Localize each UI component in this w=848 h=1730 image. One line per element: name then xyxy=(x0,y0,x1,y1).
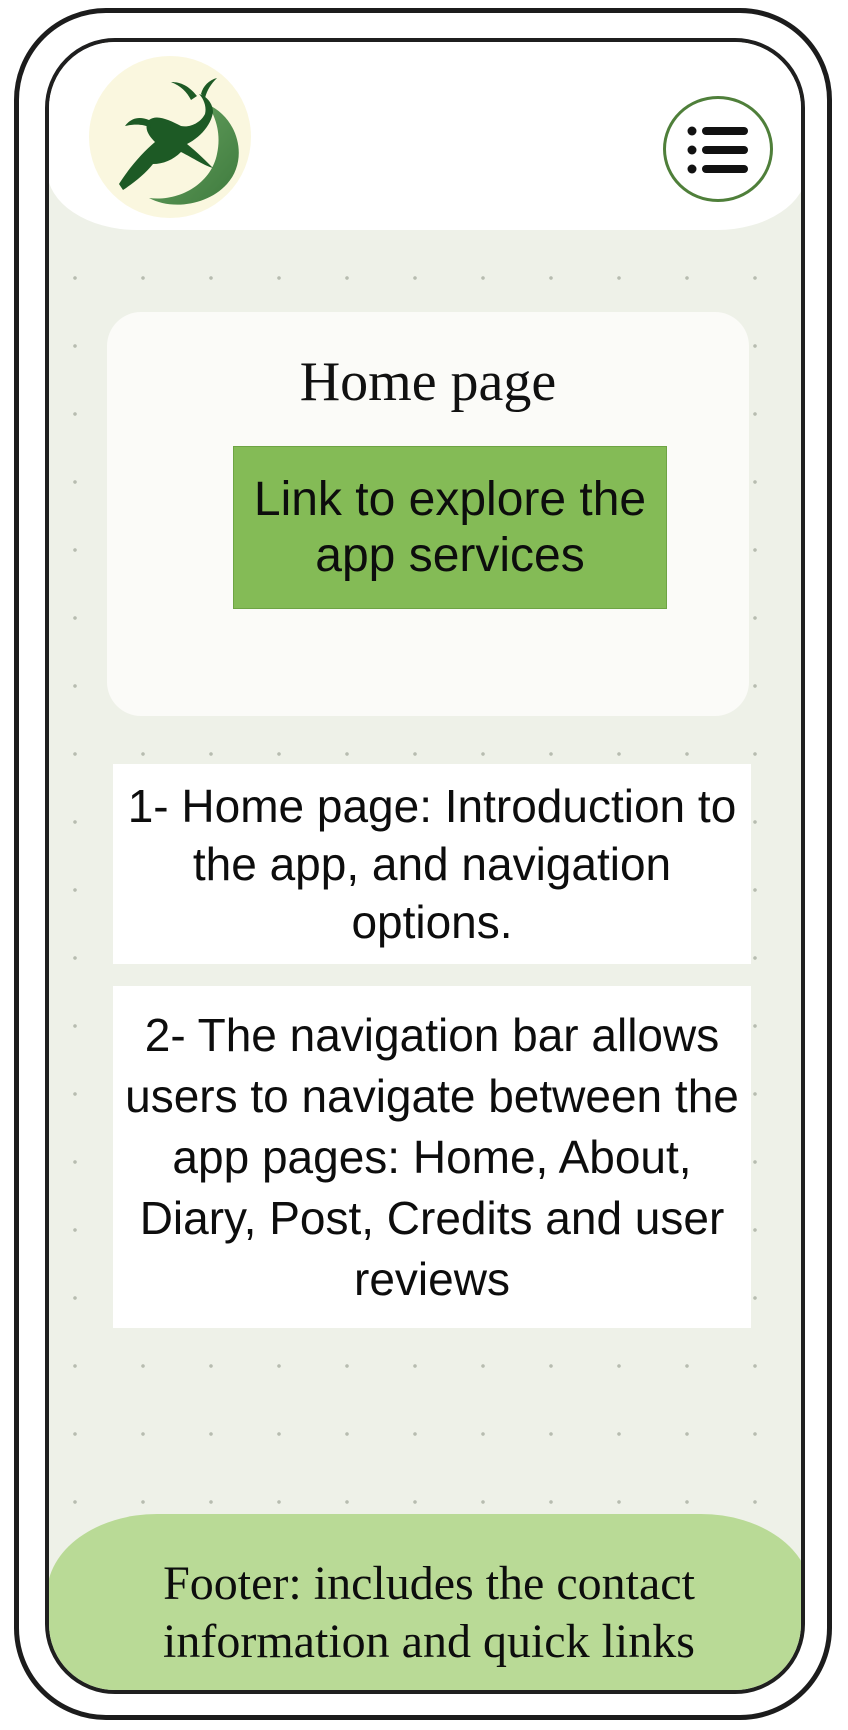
app-footer: Footer: includes the contact information… xyxy=(49,1514,801,1690)
menu-button[interactable] xyxy=(663,96,773,202)
annotation-navigation-bar: 2- The navigation bar allows users to na… xyxy=(113,986,751,1328)
menu-list-icon xyxy=(687,126,748,174)
app-logo[interactable] xyxy=(89,56,251,218)
hero-section: Home page Link to explore the app servic… xyxy=(107,312,749,716)
explore-services-link[interactable]: Link to explore the app services xyxy=(233,446,667,609)
app-header xyxy=(49,42,801,230)
page-title: Home page xyxy=(299,351,557,413)
leaping-deer-logo-icon xyxy=(119,78,239,205)
annotation-home-page: 1- Home page: Introduction to the app, a… xyxy=(113,764,751,964)
phone-screen: Home page Link to explore the app servic… xyxy=(45,38,805,1694)
